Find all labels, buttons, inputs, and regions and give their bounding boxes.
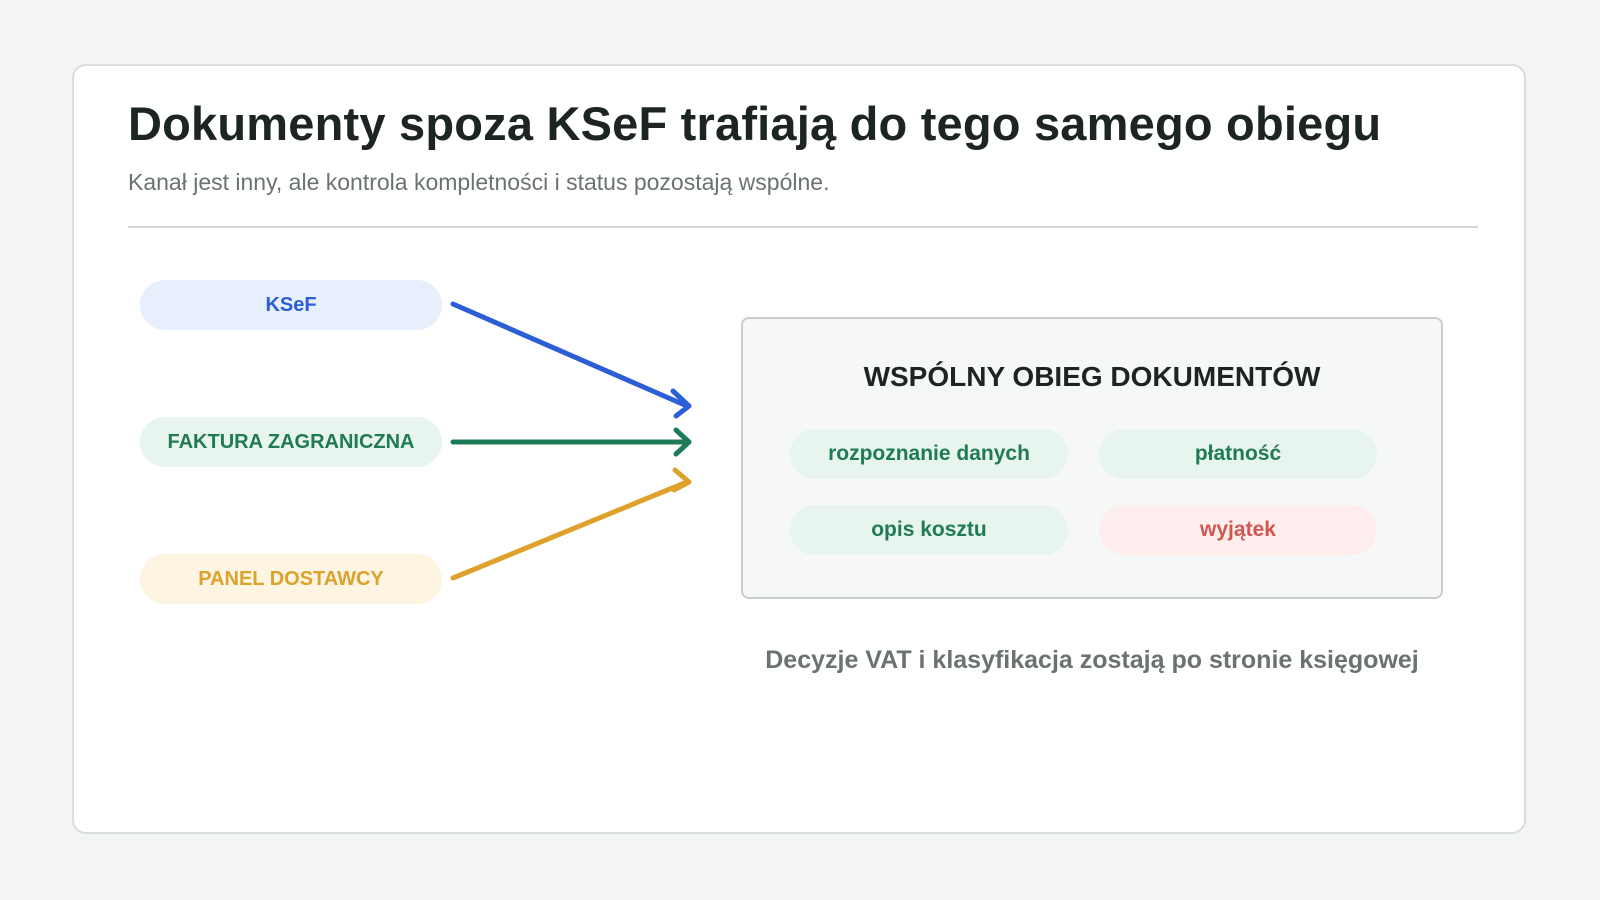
- step-exception: wyjątek: [1099, 505, 1377, 555]
- footnote: Decyzje VAT i klasyfikacja zostają po st…: [765, 646, 1419, 674]
- diagram-card: Dokumenty spoza KSeF trafiają do tego sa…: [72, 64, 1526, 834]
- arrow-foreign-invoice-to-hub: [450, 427, 692, 457]
- shared-document-flow-box: WSPÓLNY OBIEG DOKUMENTÓW rozpoznanie dan…: [741, 317, 1443, 599]
- step-cost-description: opis kosztu: [790, 505, 1068, 555]
- source-supplier-panel: PANEL DOSTAWCY: [140, 554, 442, 604]
- hub-title: WSPÓLNY OBIEG DOKUMENTÓW: [863, 361, 1321, 392]
- arrow-ksef-to-hub: [450, 301, 692, 419]
- step-payment: płatność: [1099, 429, 1377, 479]
- header-divider: [128, 226, 1478, 228]
- arrow-supplier-panel-to-hub: [450, 467, 692, 581]
- source-ksef: KSeF: [140, 280, 442, 330]
- page-title: Dokumenty spoza KSeF trafiają do tego sa…: [128, 97, 1382, 150]
- source-foreign-invoice: FAKTURA ZAGRANICZNA: [140, 417, 442, 467]
- step-data-recognition: rozpoznanie danych: [790, 429, 1068, 479]
- page-subtitle: Kanał jest inny, ale kontrola kompletnoś…: [128, 169, 830, 195]
